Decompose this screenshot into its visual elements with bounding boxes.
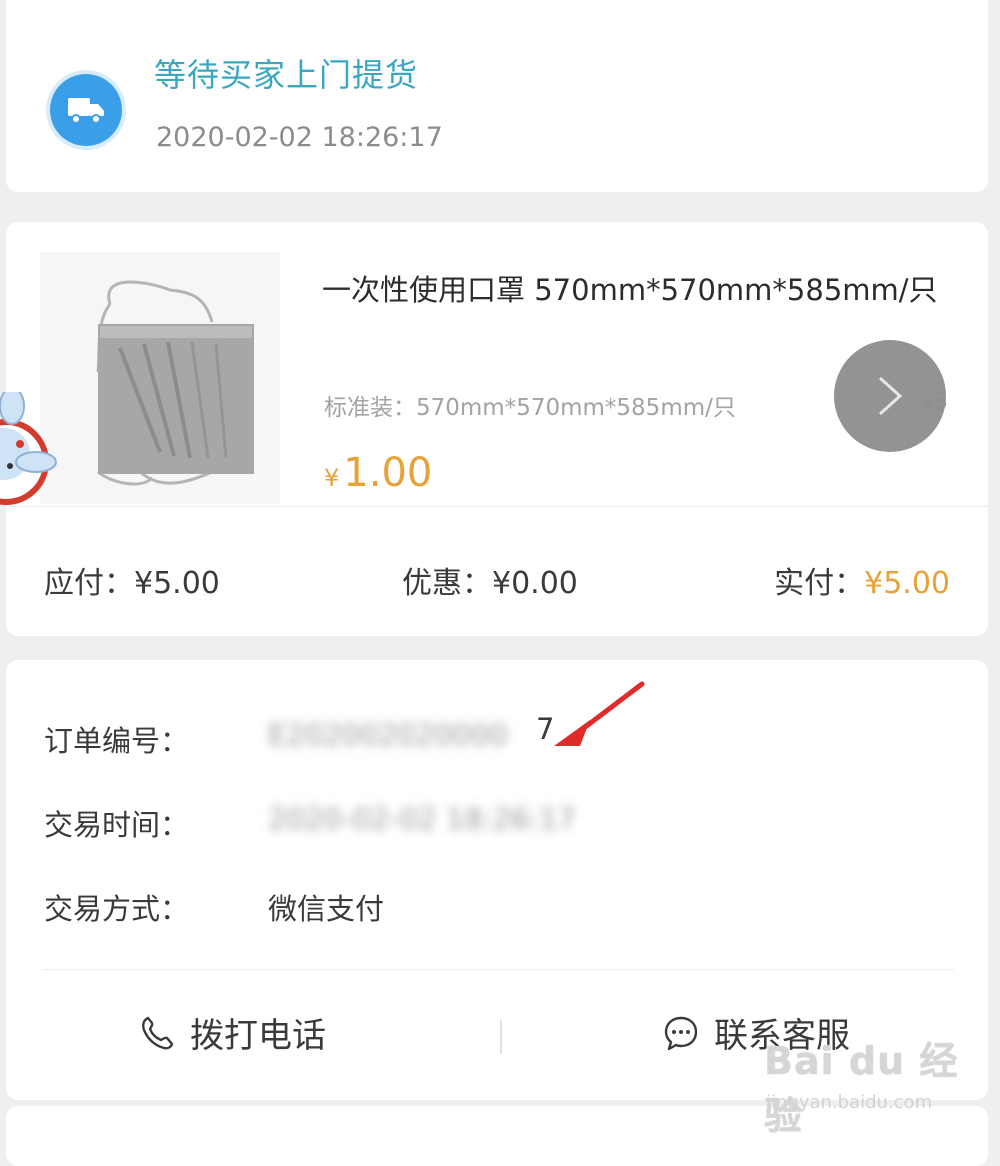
product-price-value: 1.00	[343, 450, 433, 496]
trade-method-label: 交易方式：	[44, 892, 190, 926]
order-status-title: 等待买家上门提货	[154, 56, 419, 94]
product-spec: 标准装：570mm*570mm*585mm/只	[324, 395, 736, 421]
actual-paid-label: 实付：	[774, 566, 865, 601]
payable-value: ¥5.00	[134, 566, 220, 601]
mascot-float-icon[interactable]	[0, 387, 60, 522]
product-name[interactable]: 一次性使用口罩 570mm*570mm*585mm/只	[322, 266, 972, 314]
divider	[42, 969, 954, 970]
order-number-value[interactable]: E202002020000	[268, 718, 508, 752]
discount-summary: 优惠：¥0.00	[402, 558, 578, 602]
divider	[500, 1020, 502, 1054]
watermark-brand: Bai du 经验	[764, 1039, 959, 1138]
payable-label: 应付：	[44, 566, 134, 601]
product-image[interactable]	[40, 252, 280, 504]
payable-summary: 应付：¥5.00	[44, 558, 220, 602]
trade-method-value: 微信支付	[268, 892, 385, 926]
truck-icon	[50, 74, 122, 146]
watermark-url: jingyan.baidu.com	[766, 1092, 933, 1113]
product-price: ¥1.00	[324, 450, 432, 496]
order-number-label: 订单编号：	[44, 724, 190, 758]
discount-label: 优惠：	[402, 566, 492, 601]
actual-paid-summary: 实付：¥5.00	[774, 558, 950, 602]
trade-time-value: 2020-02-02 18:26:17	[268, 802, 576, 836]
call-phone-label: 拨打电话	[190, 1016, 326, 1056]
chevron-right-icon[interactable]	[834, 340, 946, 452]
order-status-time: 2020-02-02 18:26:17	[156, 122, 443, 153]
chat-bubble-icon	[664, 1016, 698, 1050]
divider	[6, 506, 988, 507]
phone-icon	[142, 1016, 174, 1049]
actual-paid-value: ¥5.00	[864, 566, 950, 601]
baidu-jingyan-watermark: Bai du 经验 jingyan.baidu.com	[764, 1030, 984, 1138]
trade-time-label: 交易时间：	[44, 808, 190, 842]
discount-value: ¥0.00	[492, 566, 578, 601]
annotation-arrow-icon	[554, 681, 645, 746]
product-card[interactable]: 一次性使用口罩 570mm*570mm*585mm/只 标准装：570mm*57…	[6, 222, 988, 636]
currency-symbol: ¥	[324, 464, 340, 492]
call-phone-button[interactable]: 拨打电话	[138, 1008, 326, 1057]
order-status-card: 等待买家上门提货 2020-02-02 18:26:17	[6, 0, 988, 192]
